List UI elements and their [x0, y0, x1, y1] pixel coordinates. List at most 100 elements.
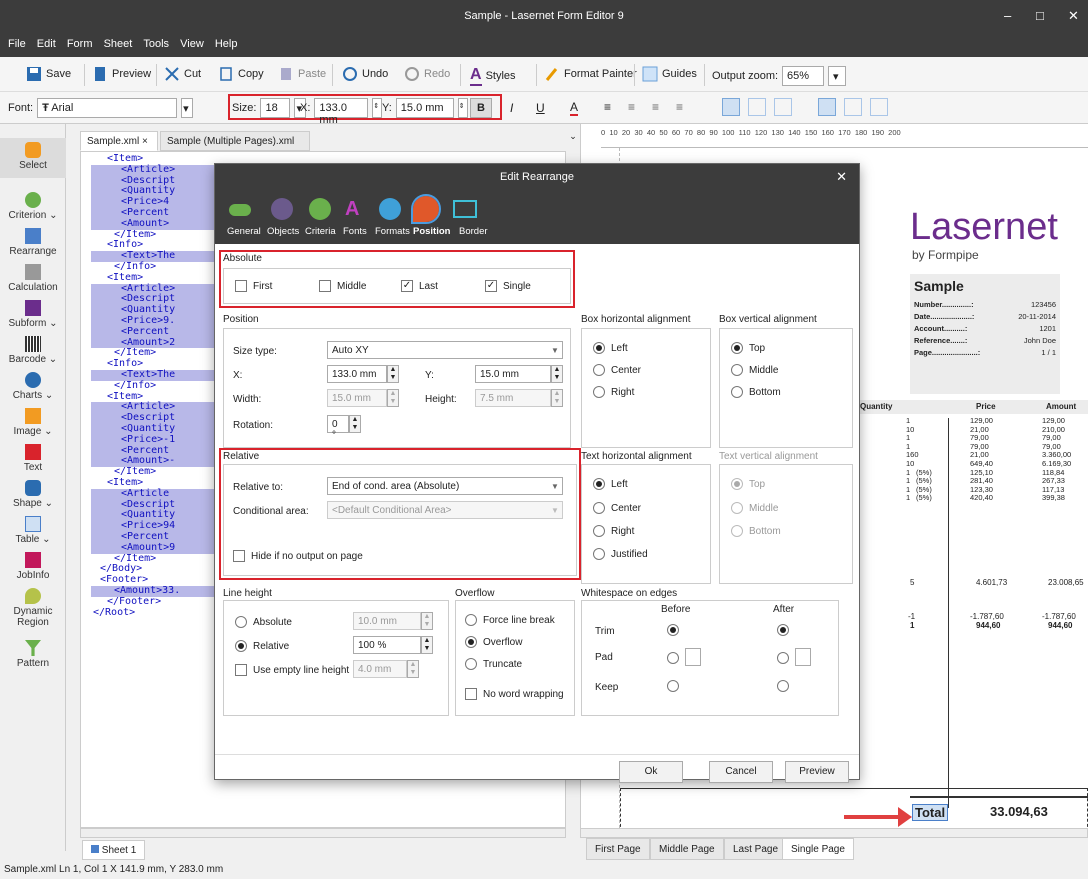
middle-checkbox[interactable]	[319, 280, 331, 292]
font-select[interactable]: Font: Ŧ Arial ▾	[8, 98, 194, 118]
tab-middle-page[interactable]: Middle Page	[650, 838, 724, 860]
text-h-left-radio[interactable]	[593, 478, 605, 490]
size-type-dropdown[interactable]: Auto XY	[327, 341, 563, 359]
spin-icon[interactable]: ⇕	[457, 98, 468, 118]
editor-scrollbar[interactable]	[80, 828, 566, 838]
close-icon[interactable]: ×	[142, 136, 148, 147]
force-line-break-radio[interactable]	[465, 614, 477, 626]
first-checkbox[interactable]	[235, 280, 247, 292]
trim-after-radio[interactable]	[777, 624, 789, 636]
last-checkbox[interactable]: ✓	[401, 280, 413, 292]
y-spinner[interactable]: ▲ ▼	[551, 365, 563, 383]
height-spinner[interactable]: ▲ ▼	[551, 389, 563, 407]
fonts-icon[interactable]: A	[345, 198, 359, 220]
paste-button[interactable]: Paste	[278, 66, 326, 82]
box-h-left-radio[interactable]	[593, 342, 605, 354]
palette-criterion[interactable]: Criterion ⌄	[0, 192, 66, 221]
keep-before-radio[interactable]	[667, 680, 679, 692]
pad-before-radio[interactable]	[667, 652, 679, 664]
palette-barcode[interactable]: Barcode ⌄	[0, 336, 66, 365]
box-v-top-radio[interactable]	[731, 342, 743, 354]
x-field[interactable]: X: 133.0 mm ⇕	[300, 98, 383, 126]
align-center-icon[interactable]: ≡	[628, 100, 635, 114]
palette-jobinfo[interactable]: JobInfo	[0, 552, 66, 581]
palette-calculation[interactable]: Calculation	[0, 264, 66, 293]
keep-after-radio[interactable]	[777, 680, 789, 692]
border-inner-icon[interactable]	[748, 98, 766, 116]
close-button[interactable]: ✕	[1068, 8, 1079, 24]
guides-button[interactable]: Guides	[642, 66, 697, 82]
menu-tools[interactable]: Tools	[143, 38, 169, 50]
position-icon[interactable]	[411, 194, 441, 224]
hide-if-no-output-checkbox[interactable]	[233, 550, 245, 562]
palette-charts[interactable]: Charts ⌄	[0, 372, 66, 401]
border-bottom-icon[interactable]	[870, 98, 888, 116]
empty-line-height-input[interactable]: 4.0 mm	[353, 660, 407, 678]
format-painter-button[interactable]: Format Painter	[544, 66, 637, 82]
italic-button[interactable]: I	[510, 101, 513, 115]
tab-sample-multiple[interactable]: Sample (Multiple Pages).xml	[160, 131, 310, 151]
pad-after-radio[interactable]	[777, 652, 789, 664]
text-v-middle-radio[interactable]	[731, 502, 743, 514]
text-v-top-radio[interactable]	[731, 478, 743, 490]
preview-scrollbar[interactable]	[580, 828, 1088, 838]
palette-pattern[interactable]: Pattern	[0, 640, 66, 669]
copy-button[interactable]: Copy	[218, 66, 264, 82]
y-field[interactable]: Y: 15.0 mm ⇕	[382, 98, 468, 118]
undo-button[interactable]: Undo	[342, 66, 388, 82]
cancel-button[interactable]: Cancel	[709, 761, 773, 783]
width-input[interactable]: 15.0 mm	[327, 389, 387, 407]
empty-line-height-spinner[interactable]: ▲ ▼	[407, 660, 419, 678]
ribbon-fonts[interactable]: Fonts	[343, 226, 367, 237]
border-icon[interactable]	[453, 200, 477, 218]
line-height-absolute-input[interactable]: 10.0 mm	[353, 612, 421, 630]
criteria-icon[interactable]	[309, 198, 331, 220]
no-word-wrapping-checkbox[interactable]	[465, 688, 477, 700]
maximize-button[interactable]: □	[1036, 8, 1044, 23]
pad-before-input[interactable]	[685, 648, 701, 666]
x-input[interactable]: 133.0 mm	[327, 365, 387, 383]
menu-sheet[interactable]: Sheet	[104, 38, 133, 50]
align-right-icon[interactable]: ≡	[652, 100, 659, 114]
menu-view[interactable]: View	[180, 38, 204, 50]
text-color-button[interactable]: A	[570, 100, 579, 116]
ribbon-objects[interactable]: Objects	[267, 226, 299, 237]
tab-sample-xml[interactable]: Sample.xml ×	[80, 131, 158, 151]
palette-text[interactable]: Text	[0, 444, 66, 473]
output-zoom-dropdown[interactable]: 65%	[782, 66, 825, 86]
text-h-center-radio[interactable]	[593, 502, 605, 514]
conditional-area-dropdown[interactable]: <Default Conditional Area>	[327, 501, 563, 519]
objects-icon[interactable]	[271, 198, 293, 220]
styles-button[interactable]: A Styles	[470, 66, 516, 86]
ribbon-general[interactable]: General	[227, 226, 261, 237]
ribbon-criteria[interactable]: Criteria	[305, 226, 336, 237]
size-select[interactable]: Size: 18 ▾	[232, 98, 307, 118]
rotation-input[interactable]: 0 °	[327, 415, 349, 441]
palette-dynamic-region[interactable]: Dynamic Region	[0, 588, 66, 628]
palette-select[interactable]: Select	[0, 138, 66, 178]
border-all-icon[interactable]	[722, 98, 740, 116]
ribbon-formats[interactable]: Formats	[375, 226, 410, 237]
sheet-tab[interactable]: Sheet 1	[82, 840, 146, 860]
palette-shape[interactable]: Shape ⌄	[0, 480, 66, 509]
rotation-spinner[interactable]: ▲ ▼	[349, 415, 361, 433]
redo-button[interactable]: Redo	[404, 66, 450, 82]
tab-last-page[interactable]: Last Page	[724, 838, 788, 860]
cut-button[interactable]: Cut	[164, 66, 201, 82]
text-h-right-radio[interactable]	[593, 525, 605, 537]
chevron-down-icon[interactable]: ▾	[828, 66, 847, 86]
line-height-relative-spinner[interactable]: ▲ ▼	[421, 636, 433, 654]
box-v-bottom-radio[interactable]	[731, 386, 743, 398]
align-left-icon[interactable]: ≡	[604, 100, 611, 114]
menu-form[interactable]: Form	[67, 38, 93, 50]
save-button[interactable]: Save	[26, 66, 71, 82]
width-spinner[interactable]: ▲ ▼	[387, 389, 399, 407]
palette-image[interactable]: Image ⌄	[0, 408, 66, 437]
menu-file[interactable]: File	[8, 38, 26, 50]
tab-single-page[interactable]: Single Page	[782, 838, 854, 860]
bold-button[interactable]: B	[470, 98, 492, 118]
minimize-button[interactable]: –	[1004, 8, 1011, 23]
chevron-down-icon[interactable]: ▾	[181, 98, 194, 118]
general-icon[interactable]	[229, 204, 251, 216]
line-height-absolute-radio[interactable]	[235, 616, 247, 628]
